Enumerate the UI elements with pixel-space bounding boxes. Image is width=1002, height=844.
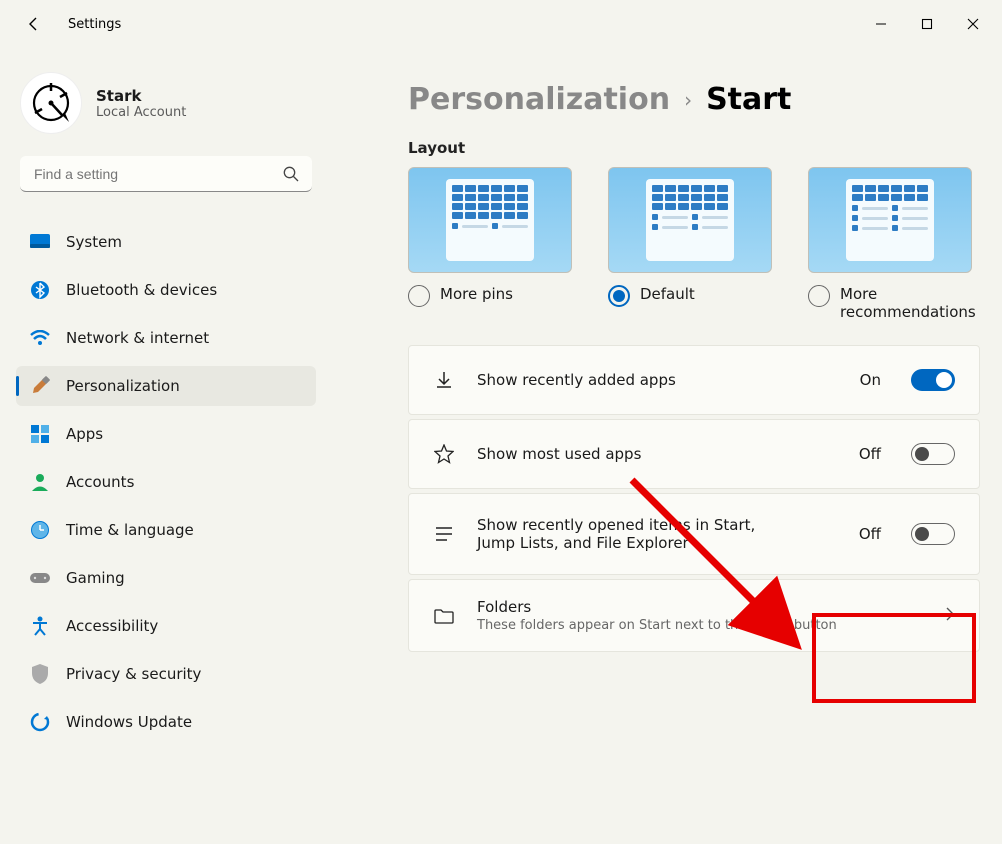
radio-label: Default [640,285,695,303]
layout-preview-more-pins [408,167,572,273]
nav-label: Privacy & security [66,665,201,683]
list-icon [433,526,455,542]
user-name: Stark [96,87,186,105]
sidebar-item-personalization[interactable]: Personalization [16,366,316,406]
setting-label: Show recently added apps [477,371,838,389]
sidebar-item-accessibility[interactable]: Accessibility [16,606,316,646]
layout-preview-default [608,167,772,273]
download-icon [433,370,455,390]
chevron-right-icon [945,606,955,626]
window-controls [858,8,996,40]
apps-icon [30,424,50,444]
nav-label: Network & internet [66,329,209,347]
nav-label: Accounts [66,473,134,491]
accessibility-icon [30,616,50,636]
breadcrumb: Personalization › Start [408,82,980,117]
setting-label: Folders [477,598,923,616]
layout-option-default[interactable]: Default [608,167,772,321]
paintbrush-icon [30,376,50,396]
setting-sub: These folders appear on Start next to th… [477,618,923,633]
folder-icon [433,608,455,624]
search-icon [282,165,300,187]
sidebar-item-apps[interactable]: Apps [16,414,316,454]
toggle-recent-items[interactable] [911,523,955,545]
bluetooth-icon [30,280,50,300]
titlebar: Settings [0,0,1002,48]
toggle-state: Off [859,525,881,543]
sidebar-item-update[interactable]: Windows Update [16,702,316,742]
nav: System Bluetooth & devices Network & int… [12,214,320,750]
maximize-button[interactable] [904,8,950,40]
setting-label: Show recently opened items in Start, Jum… [477,516,777,552]
sidebar-item-gaming[interactable]: Gaming [16,558,316,598]
nav-label: Bluetooth & devices [66,281,217,299]
radio-default[interactable] [608,285,630,307]
main-content: Personalization › Start Layout More pins [330,48,1002,844]
search-wrap [20,156,312,192]
nav-label: System [66,233,122,251]
nav-label: Windows Update [66,713,192,731]
update-icon [30,712,50,732]
back-button[interactable] [14,4,54,44]
setting-folders[interactable]: Folders These folders appear on Start ne… [408,579,980,652]
clock-icon [30,520,50,540]
layout-section-label: Layout [408,139,980,157]
chevron-right-icon: › [684,88,692,112]
wifi-icon [30,328,50,348]
layout-preview-more-recs [808,167,972,273]
minimize-button[interactable] [858,8,904,40]
shield-icon [30,664,50,684]
layout-options: More pins Default [408,167,980,321]
radio-more-recs[interactable] [808,285,830,307]
nav-label: Personalization [66,377,180,395]
breadcrumb-current: Start [706,82,791,117]
sidebar: Stark Local Account System Bluetooth & d… [0,48,330,844]
nav-label: Accessibility [66,617,158,635]
nav-label: Gaming [66,569,125,587]
radio-label: More recommendations [840,285,976,321]
sidebar-item-accounts[interactable]: Accounts [16,462,316,502]
search-input[interactable] [20,156,312,192]
gamepad-icon [30,568,50,588]
nav-label: Time & language [66,521,194,539]
radio-more-pins[interactable] [408,285,430,307]
toggle-recently-added[interactable] [911,369,955,391]
person-icon [30,472,50,492]
sidebar-item-time[interactable]: Time & language [16,510,316,550]
account-type: Local Account [96,105,186,120]
setting-recently-added-apps[interactable]: Show recently added apps On [408,345,980,415]
app-title: Settings [68,17,121,32]
layout-option-more-pins[interactable]: More pins [408,167,572,321]
toggle-state: On [860,371,881,389]
sidebar-item-privacy[interactable]: Privacy & security [16,654,316,694]
setting-recent-items[interactable]: Show recently opened items in Start, Jum… [408,493,980,575]
star-icon [433,444,455,464]
nav-label: Apps [66,425,103,443]
display-icon [30,232,50,252]
avatar [20,72,82,134]
sidebar-item-network[interactable]: Network & internet [16,318,316,358]
setting-most-used-apps[interactable]: Show most used apps Off [408,419,980,489]
layout-option-more-recs[interactable]: More recommendations [808,167,972,321]
toggle-most-used[interactable] [911,443,955,465]
breadcrumb-parent[interactable]: Personalization [408,82,670,117]
radio-label: More pins [440,285,513,303]
toggle-state: Off [859,445,881,463]
sidebar-item-system[interactable]: System [16,222,316,262]
user-block[interactable]: Stark Local Account [12,60,320,154]
close-button[interactable] [950,8,996,40]
setting-label: Show most used apps [477,445,837,463]
sidebar-item-bluetooth[interactable]: Bluetooth & devices [16,270,316,310]
